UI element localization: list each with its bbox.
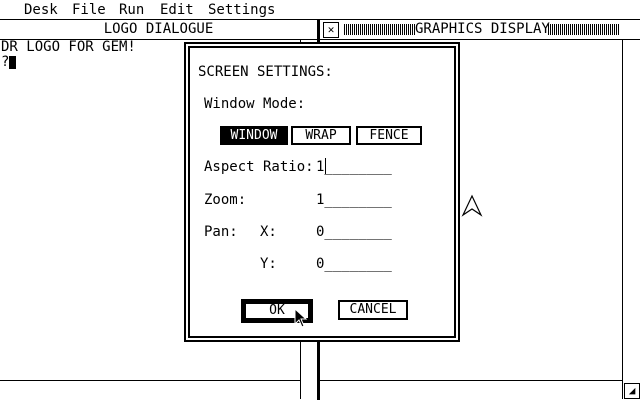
mode-window-button[interactable]: WINDOW [220, 126, 288, 145]
menu-file[interactable]: File [72, 1, 106, 19]
zoom-field[interactable]: 1________ [316, 192, 392, 208]
aspect-ratio-label: Aspect Ratio: [204, 159, 314, 175]
menu-run[interactable]: Run [119, 1, 144, 19]
turtle-icon [461, 194, 483, 217]
pan-y-label: Y: [260, 256, 277, 272]
close-icon[interactable]: ✕ [323, 22, 339, 38]
dialog-title: SCREEN SETTINGS: [198, 64, 333, 80]
mouse-pointer-icon [294, 308, 308, 328]
window-mode-label: Window Mode: [204, 96, 306, 112]
graphics-window-title: GRAPHICS DISPLAY [415, 20, 550, 38]
zoom-label: Zoom: [204, 192, 247, 208]
pan-x-label: X: [260, 224, 277, 240]
screen-settings-dialog: SCREEN SETTINGS: Window Mode: WINDOW WRA… [184, 42, 460, 342]
logo-window-titlebar[interactable]: LOGO DIALOGUE [0, 19, 317, 40]
menu-settings[interactable]: Settings [208, 1, 275, 19]
graphics-vertical-scrollbar[interactable] [622, 39, 640, 399]
pan-y-field[interactable]: 0________ [316, 256, 392, 272]
resize-icon[interactable]: ◢ [624, 383, 640, 399]
field-cursor [325, 158, 326, 174]
mode-wrap-button[interactable]: WRAP [291, 126, 351, 145]
logo-window-title: LOGO DIALOGUE [103, 21, 214, 37]
menu-bar: Desk File Run Edit Settings [0, 0, 640, 20]
mode-fence-button[interactable]: FENCE [356, 126, 422, 145]
graphics-window-titlebar[interactable]: GRAPHICS DISPLAY ✕ [320, 19, 640, 40]
pan-x-field[interactable]: 0________ [316, 224, 392, 240]
logo-output-line: DR LOGO FOR GEM! [1, 39, 136, 55]
menu-desk[interactable]: Desk [24, 1, 58, 19]
aspect-ratio-field[interactable]: 1________ [316, 159, 392, 175]
menu-edit[interactable]: Edit [160, 1, 194, 19]
logo-horizontal-scrollbar[interactable] [0, 380, 300, 381]
pan-label: Pan: [204, 224, 238, 240]
graphics-horizontal-scrollbar[interactable] [320, 380, 622, 381]
text-cursor [9, 56, 16, 69]
cancel-button[interactable]: CANCEL [338, 300, 408, 320]
